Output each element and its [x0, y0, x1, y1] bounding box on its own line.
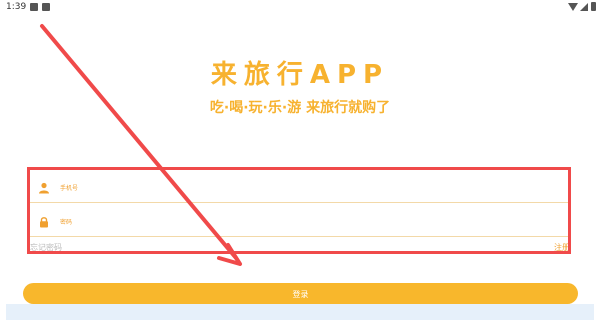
app-slogan: 吃·喝·玩·乐·游 来旅行就购了: [209, 100, 391, 116]
notification-icon: [42, 3, 50, 11]
login-button[interactable]: 登录: [23, 283, 578, 304]
wifi-icon: [568, 3, 578, 11]
status-time: 1:39: [6, 2, 27, 12]
login-form: 忘记密码 注册: [30, 170, 570, 252]
status-bar: 1:39: [0, 0, 600, 16]
user-icon: [39, 182, 49, 194]
lock-icon: [40, 217, 48, 228]
phone-field: [30, 174, 570, 203]
bottom-panel: [6, 304, 594, 320]
phone-input[interactable]: [58, 178, 562, 198]
register-link[interactable]: 注册: [554, 242, 570, 252]
password-field: [30, 208, 570, 237]
battery-icon: [591, 2, 596, 11]
app-title: 来旅行APP: [210, 60, 390, 90]
password-input[interactable]: [58, 212, 562, 232]
image-icon: [30, 3, 38, 11]
form-hint-row: 忘记密码 注册: [30, 242, 570, 252]
annotation-arrow: [40, 24, 242, 266]
forgot-password-link[interactable]: 忘记密码: [30, 242, 62, 252]
signal-icon: [580, 3, 588, 11]
